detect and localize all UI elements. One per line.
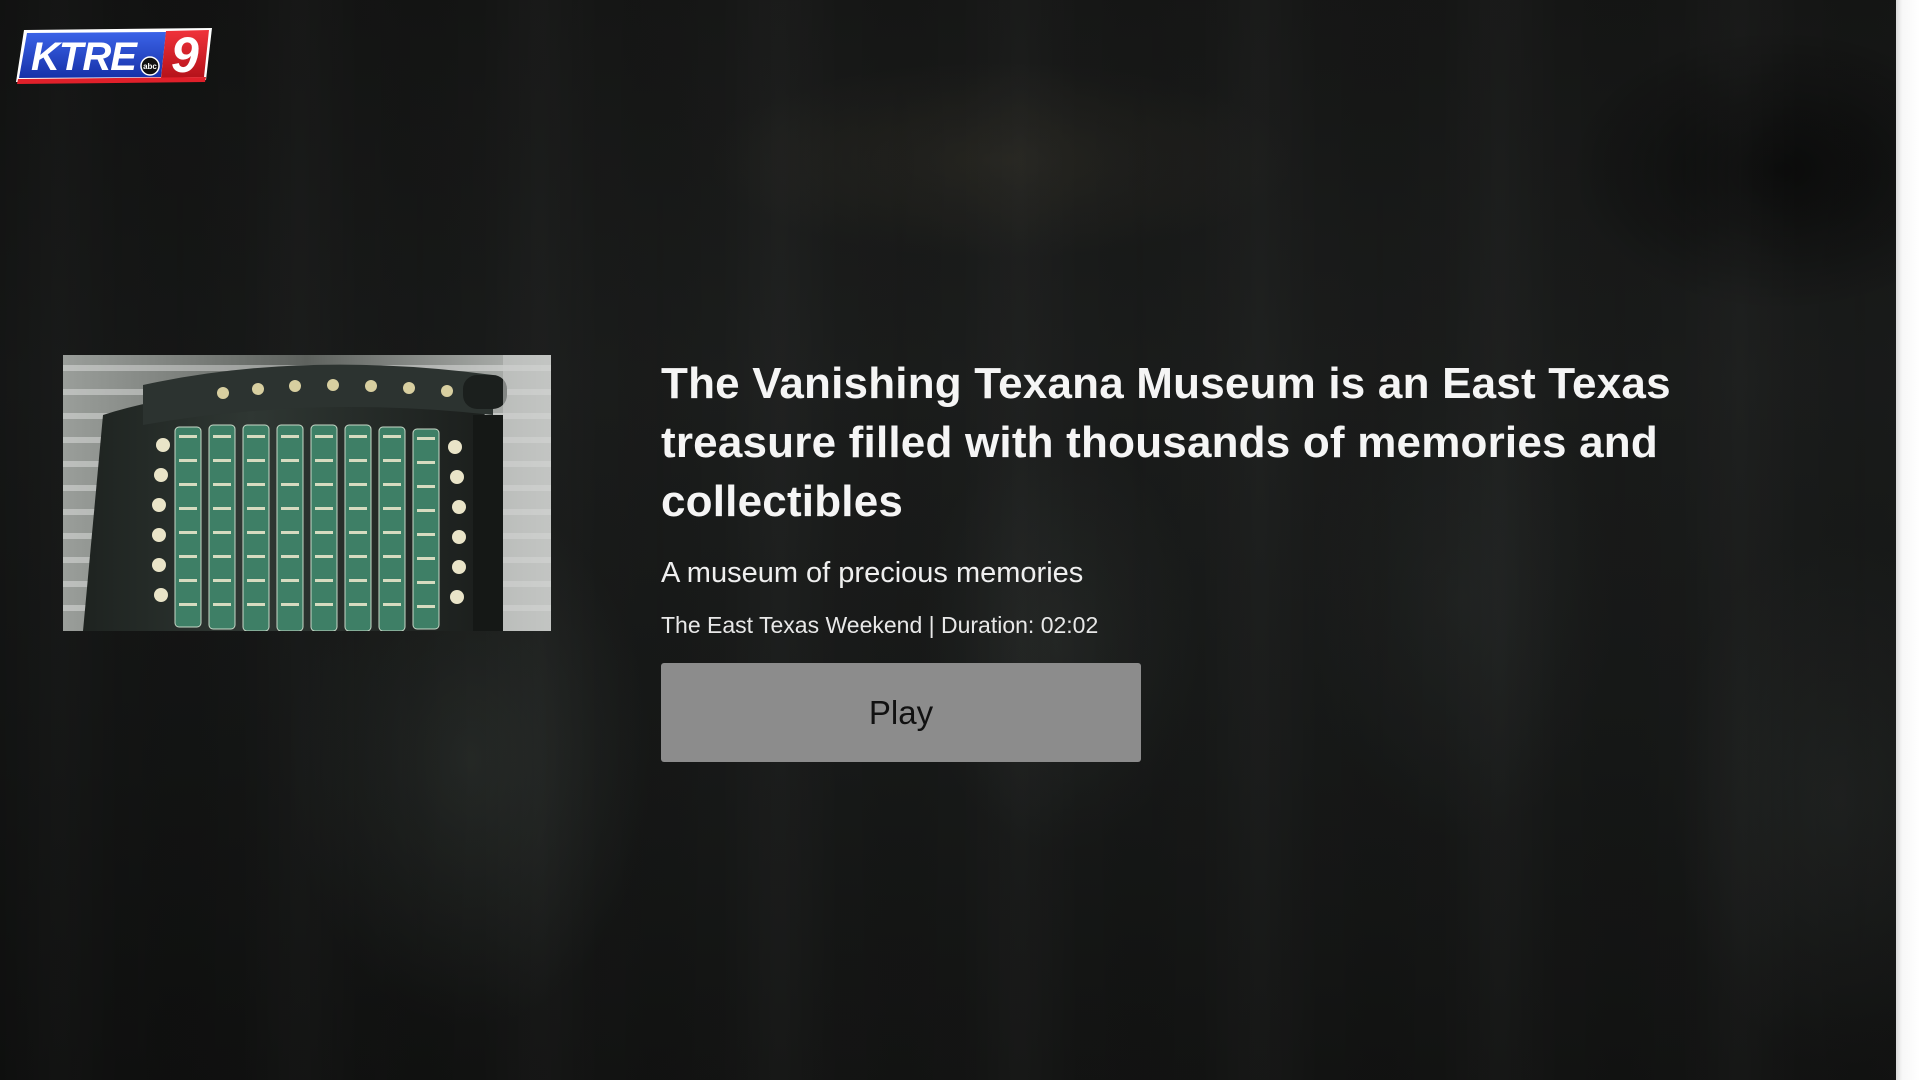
- play-button[interactable]: Play: [661, 663, 1141, 762]
- video-info: The Vanishing Texana Museum is an East T…: [661, 354, 1761, 639]
- video-detail-screen: KTRE 9 abc The Vanishing Texana Museum i…: [0, 0, 1896, 1080]
- video-meta: The East Texas Weekend | Duration: 02:02: [661, 612, 1099, 638]
- video-thumbnail[interactable]: [63, 355, 551, 631]
- adding-machine-thumbnail-icon: [63, 355, 551, 631]
- svg-text:KTRE: KTRE: [31, 35, 138, 79]
- video-title: The Vanishing Texana Museum is an East T…: [661, 359, 1671, 526]
- ktre-logo-icon: KTRE 9 abc: [16, 27, 212, 84]
- window-edge: [1896, 0, 1920, 1080]
- svg-text:9: 9: [171, 27, 199, 83]
- svg-text:abc: abc: [143, 62, 157, 71]
- station-logo: KTRE 9 abc: [16, 26, 212, 88]
- video-subtitle: A museum of precious memories: [661, 557, 1084, 589]
